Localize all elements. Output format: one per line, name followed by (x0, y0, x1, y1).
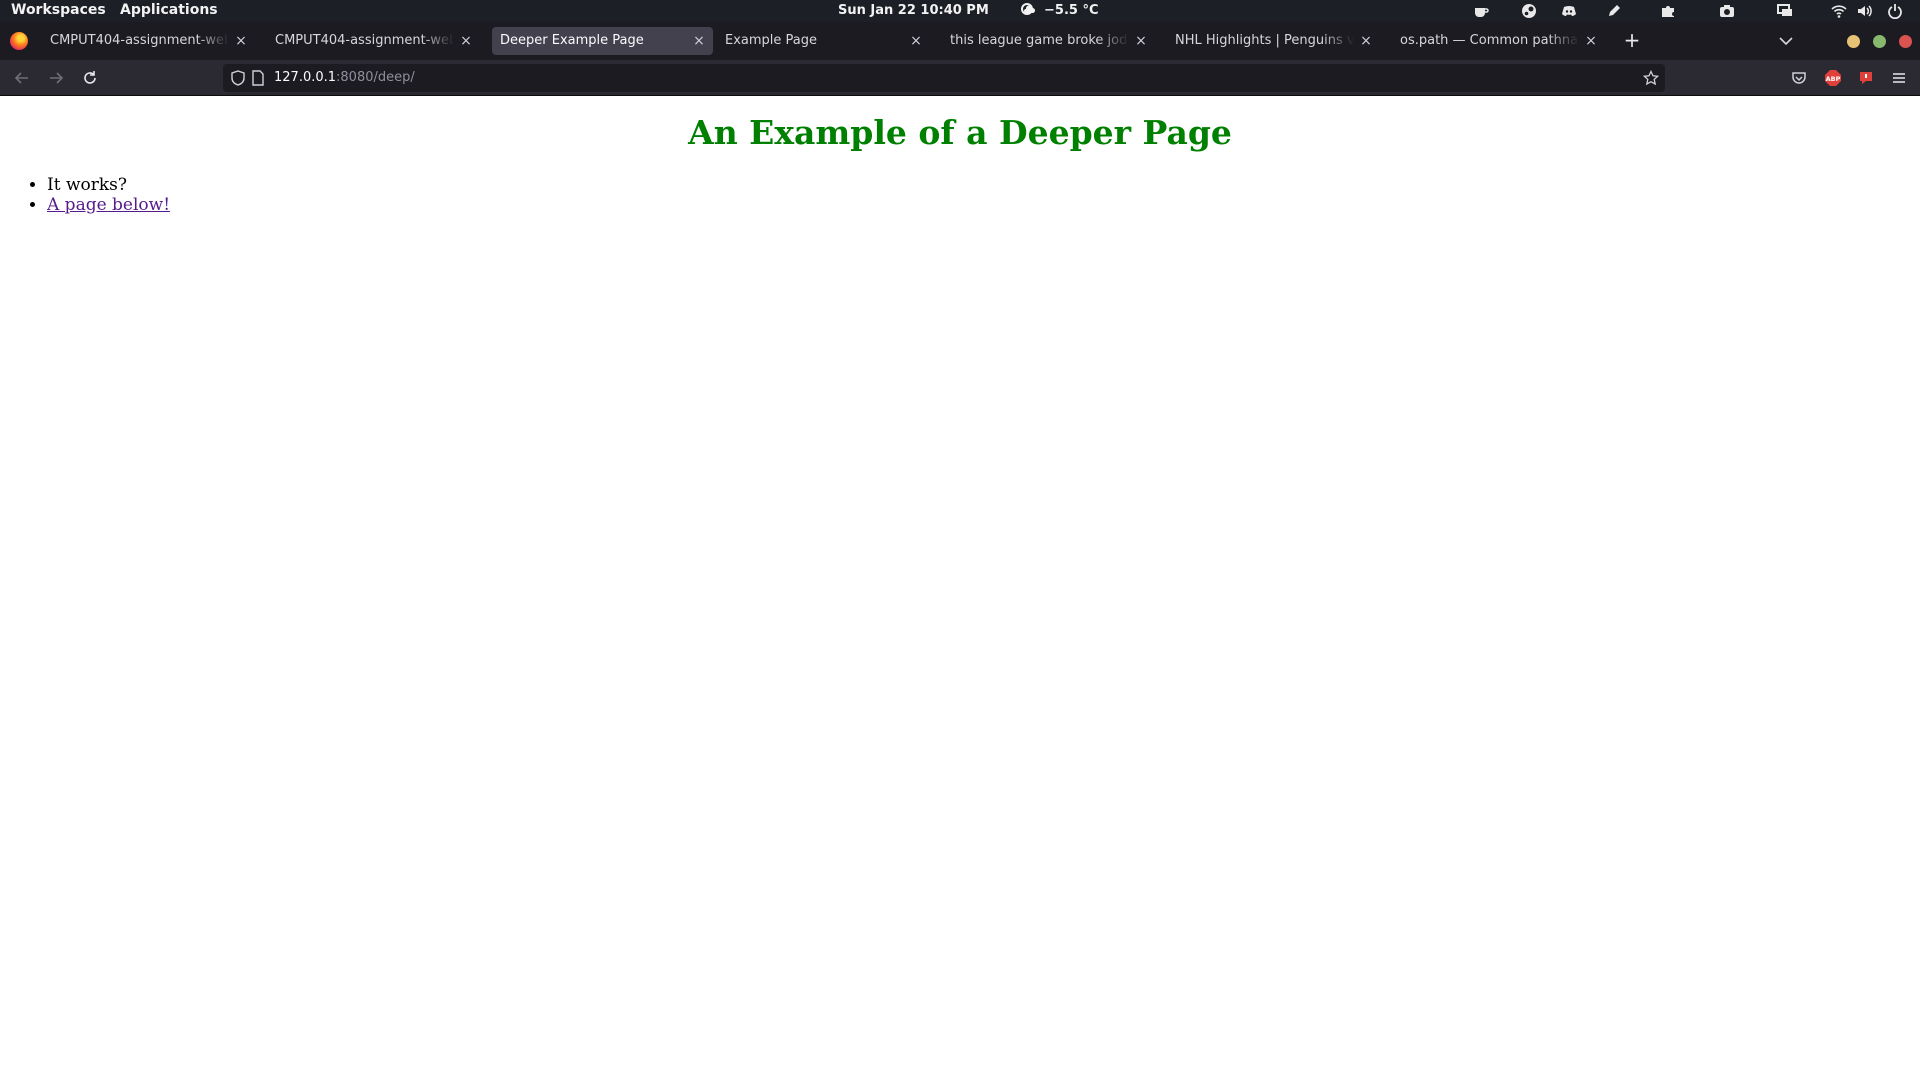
firefox-icon[interactable] (10, 32, 28, 50)
list-item: It works? (47, 175, 170, 195)
tab-league-game[interactable]: this league game broke jodi's mind × (942, 27, 1155, 55)
clock[interactable]: Sun Jan 22 10:40 PM (838, 3, 989, 18)
address-bar[interactable]: 127.0.0.1:8080/deep/ (223, 64, 1665, 92)
tab-strip: CMPUT404-assignment-webserver × CMPUT404… (0, 22, 1920, 60)
tab-nhl-highlights[interactable]: NHL Highlights | Penguins vs. Devils × (1167, 27, 1380, 55)
url-path: :8080/deep/ (336, 70, 415, 85)
minimize-button[interactable] (1847, 35, 1860, 48)
puzzle-icon[interactable] (1655, 0, 1681, 22)
tab-title: CMPUT404-assignment-webserver (275, 33, 454, 48)
weather-indicator[interactable]: −5.5 °C (1020, 2, 1099, 18)
new-tab-button[interactable]: + (1622, 30, 1642, 51)
tab-title: NHL Highlights | Penguins vs. Devils (1175, 33, 1354, 48)
power-icon[interactable] (1882, 0, 1908, 22)
reload-button[interactable] (78, 66, 102, 90)
svg-text:ABP: ABP (1826, 75, 1841, 83)
back-button[interactable] (10, 66, 34, 90)
tab-deeper-example-page[interactable]: Deeper Example Page × (492, 27, 713, 55)
tab-example-page[interactable]: Example Page × (717, 27, 930, 55)
maximize-button[interactable] (1873, 35, 1886, 48)
arrow-left-icon (14, 72, 28, 84)
tab-title: this league game broke jodi's mind (950, 33, 1129, 48)
applications-menu[interactable]: Applications (120, 2, 218, 18)
shield-icon[interactable] (230, 70, 246, 86)
page-heading: An Example of a Deeper Page (688, 113, 1232, 152)
system-top-bar: Workspaces Applications Sun Jan 22 10:40… (0, 0, 1920, 22)
tab-cmput404-webserver-1[interactable]: CMPUT404-assignment-webserver × (42, 27, 255, 55)
wifi-icon[interactable] (1826, 0, 1852, 22)
bookmark-star-icon[interactable] (1643, 70, 1659, 86)
tab-close-icon[interactable]: × (908, 31, 924, 51)
discord-icon[interactable] (1556, 0, 1582, 22)
tab-title: os.path — Common pathname manipulations (1400, 33, 1579, 48)
arrow-right-icon (50, 72, 64, 84)
camera-icon[interactable] (1714, 0, 1740, 22)
tab-title: Example Page (725, 33, 818, 48)
content-list: It works? A page below! (0, 175, 170, 215)
steam-icon[interactable] (1516, 0, 1542, 22)
close-window-button[interactable] (1899, 35, 1912, 48)
hamburger-menu-icon[interactable] (1888, 67, 1910, 89)
temperature-label: −5.5 °C (1044, 2, 1099, 18)
tab-os-path-docs[interactable]: os.path — Common pathname manipulations … (1392, 27, 1605, 55)
tab-close-icon[interactable]: × (233, 31, 249, 51)
tab-close-icon[interactable]: × (1133, 31, 1149, 51)
pocket-icon[interactable] (1788, 67, 1810, 89)
url-text[interactable]: 127.0.0.1:8080/deep/ (274, 70, 415, 85)
page-below-link[interactable]: A page below! (47, 195, 170, 215)
list-item: A page below! (47, 195, 170, 215)
tab-close-icon[interactable]: × (1583, 31, 1599, 51)
navigation-toolbar: 127.0.0.1:8080/deep/ ABP (0, 60, 1920, 96)
forward-button[interactable] (44, 66, 68, 90)
list-item-text: It works? (47, 175, 128, 195)
web-page-content: An Example of a Deeper Page It works? A … (0, 96, 1920, 1080)
pencil-icon[interactable] (1601, 0, 1627, 22)
url-host: 127.0.0.1 (274, 70, 337, 85)
tab-title: CMPUT404-assignment-webserver (50, 33, 229, 48)
tab-cmput404-webserver-2[interactable]: CMPUT404-assignment-webserver × (267, 27, 480, 55)
volume-icon[interactable] (1852, 0, 1878, 22)
cloudy-night-icon (1021, 3, 1036, 15)
adblock-plus-icon[interactable]: ABP (1822, 67, 1844, 89)
monitor-icon[interactable] (1772, 0, 1798, 22)
tab-title: Deeper Example Page (500, 33, 644, 48)
coffee-icon[interactable] (1468, 0, 1494, 22)
list-all-tabs-chevron-icon[interactable] (1776, 31, 1796, 51)
tab-close-icon[interactable]: × (691, 31, 707, 51)
tab-close-icon[interactable]: × (1358, 31, 1374, 51)
workspaces-menu[interactable]: Workspaces (11, 2, 106, 18)
notification-extension-icon[interactable] (1855, 67, 1877, 89)
reload-icon (84, 71, 96, 84)
page-info-icon[interactable] (250, 70, 266, 86)
tab-close-icon[interactable]: × (458, 31, 474, 51)
